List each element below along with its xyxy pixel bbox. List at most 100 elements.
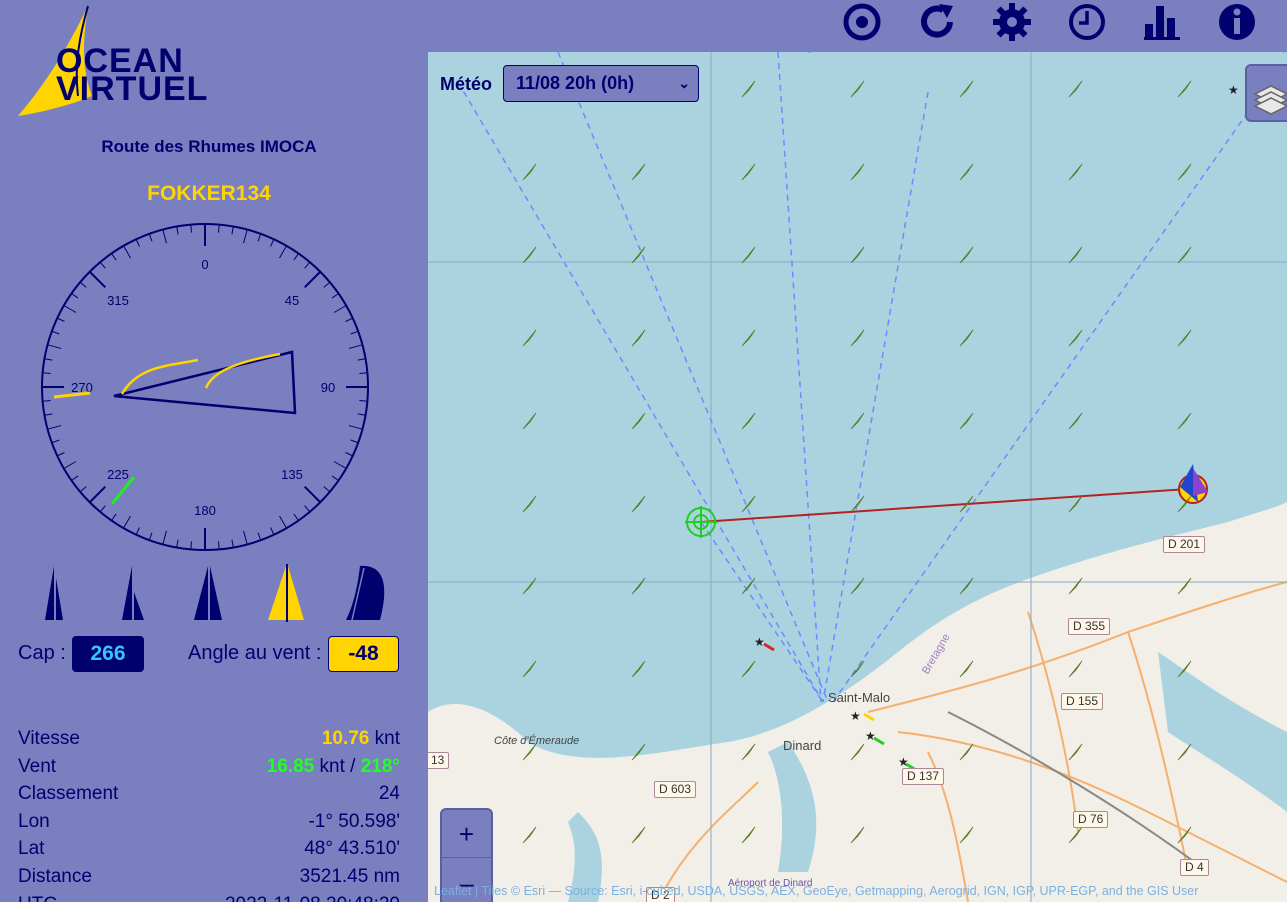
lat-label: Lat (18, 838, 45, 860)
compass-tick (123, 245, 131, 259)
lon-value: -1° 50.598' (308, 810, 400, 832)
town-label-saint-malo: Saint-Malo (828, 690, 891, 705)
wind-arrow-icon (959, 412, 974, 430)
compass-tick (243, 229, 248, 244)
svg-text:★: ★ (1228, 83, 1239, 97)
wind-arrow-icon (741, 246, 756, 264)
compass-tick (42, 372, 51, 374)
boat-hull-icon (113, 350, 297, 415)
speed-value: 10.76 (321, 728, 370, 749)
logo-word-virtuel: VIRTUEL (56, 70, 209, 108)
wind-arrow-icon (522, 577, 537, 595)
other-boat-icon[interactable]: ★ (1228, 83, 1239, 97)
wind-arrow-icon (631, 329, 646, 347)
wind-arrow-icon (631, 660, 646, 678)
info-icon[interactable] (1217, 2, 1257, 42)
wind-arrow-icon (959, 329, 974, 347)
compass-tick (270, 239, 275, 247)
stat-speed: Vitesse 10.76 knt (18, 728, 400, 756)
compass-tick (243, 530, 248, 545)
other-boat-icon[interactable]: ★ (754, 635, 775, 652)
wind-angle-input[interactable]: -48 (328, 636, 399, 672)
sail-jib-icon[interactable] (28, 562, 88, 624)
compass-tick (359, 372, 368, 374)
wind-arrow-icon (959, 577, 974, 595)
ranking-icon[interactable] (1142, 2, 1182, 42)
compass-tick (71, 475, 79, 481)
boat-stats: Vitesse 10.76 knt Vent 16.85 knt / 218° … (18, 728, 400, 902)
waypoint-target-icon[interactable] (685, 506, 717, 538)
wind-arrow-icon (959, 163, 974, 181)
map-canvas[interactable]: ★ ★ ★ ★ ★ (428, 52, 1287, 902)
sail-staysail-icon[interactable] (104, 562, 164, 624)
svg-text:★: ★ (850, 709, 861, 723)
compass-tick (79, 486, 87, 493)
compass-tick (345, 452, 353, 457)
compass-tick (63, 461, 77, 469)
wind-arrow-icon (522, 329, 537, 347)
chevron-down-icon: ⌄ (678, 75, 690, 91)
wind-arrow-icon (850, 412, 865, 430)
region-label-cote-emeraude: Côte d'Émeraude (494, 735, 580, 747)
wind-arrow-icon (1068, 246, 1083, 264)
compass-tick (323, 281, 331, 288)
layers-icon (1253, 85, 1287, 115)
distance-value: 3521.45 nm (299, 865, 400, 887)
compass-label: 45 (285, 293, 299, 308)
compass-tick (348, 344, 363, 349)
wind-arrow-icon (522, 660, 537, 678)
compass-tick (51, 439, 60, 444)
rank-label: Classement (18, 783, 119, 805)
wind-arrow-icon (631, 412, 646, 430)
compass-tick (51, 330, 60, 335)
compass-label: 315 (107, 293, 129, 308)
compass-tick (279, 515, 287, 529)
compass-tick (304, 505, 311, 513)
compass-tick (218, 541, 220, 550)
cap-label: Cap : (18, 642, 66, 664)
wind-arrow-icon (1177, 412, 1192, 430)
svg-text:★: ★ (754, 635, 765, 649)
speed-unit: knt (374, 728, 400, 749)
compass-tick (270, 527, 275, 535)
wind-arrow-icon (1068, 412, 1083, 430)
wind-arrow-icon (522, 412, 537, 430)
sail-light-jib-icon[interactable] (256, 562, 316, 624)
distance-label: Distance (18, 865, 92, 887)
compass-label: 135 (281, 467, 303, 482)
map-attribution[interactable]: Leaflet | Tiles © Esri — Source: Esri, i… (434, 884, 1284, 898)
player-boat-icon[interactable] (1178, 464, 1208, 504)
sail-code-zero-icon[interactable] (334, 562, 394, 624)
cap-input[interactable]: 266 (72, 636, 144, 672)
svg-text:★: ★ (865, 729, 876, 743)
ocean-virtuel-logo[interactable]: OCEAN VIRTUEL (14, 4, 244, 122)
meteo-select[interactable]: 11/08 20h (0h) ⌄ (503, 65, 699, 102)
wind-arrow-icon (959, 246, 974, 264)
settings-icon[interactable] (992, 2, 1032, 42)
compass-dial[interactable]: 04590135180225270315 (38, 220, 372, 554)
compass-tick (176, 226, 179, 235)
sail-genoa-icon[interactable] (180, 562, 240, 624)
target-icon[interactable] (842, 2, 882, 42)
compass-tick (111, 253, 117, 261)
compass-tick (218, 224, 220, 233)
meteo-label: Météo (440, 74, 493, 94)
race-name: Route des Rhumes IMOCA (101, 137, 317, 156)
zoom-in-button[interactable]: + (442, 810, 491, 858)
utc-value: 2022-11-08 20:48:20 (225, 894, 400, 902)
compass-tick (359, 400, 368, 402)
refresh-icon[interactable] (917, 2, 957, 42)
wind-arrow-icon (522, 163, 537, 181)
top-toolbar (428, 0, 1287, 52)
map-view[interactable]: ★ ★ ★ ★ ★ D 201 D 355 D 155 D 603 D 137 … (428, 52, 1287, 902)
stat-wind: Vent 16.85 knt / 218° (18, 756, 400, 784)
layers-button[interactable] (1245, 64, 1287, 122)
wind-direction-value: 218° (360, 755, 400, 777)
lon-label: Lon (18, 810, 50, 832)
wind-arrow-icon (850, 660, 865, 678)
wind-arrow-icon (850, 246, 865, 264)
clock-icon[interactable] (1067, 2, 1107, 42)
compass-tick (99, 505, 106, 513)
stat-lat: Lat 48° 43.510' (18, 838, 400, 866)
compass-tick (231, 539, 234, 548)
